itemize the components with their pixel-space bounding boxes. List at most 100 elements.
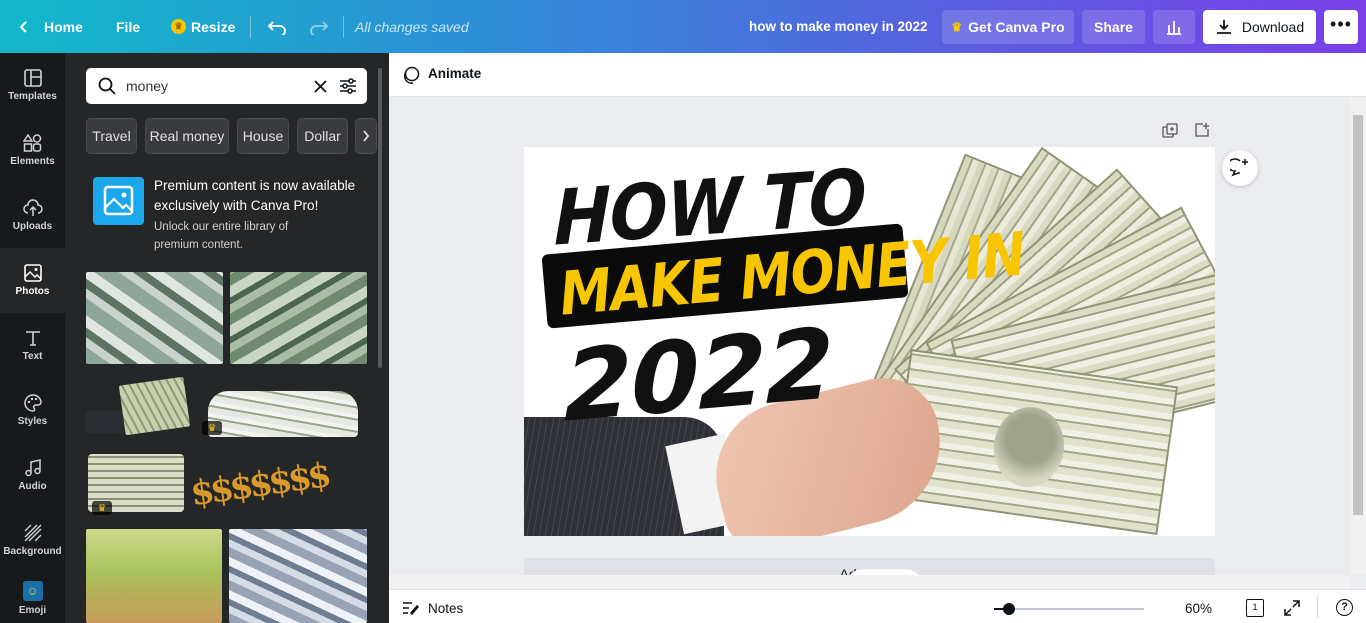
rail-label: Uploads	[12, 221, 53, 232]
photos-panel: money Travel Real money House Dollar Pre…	[65, 53, 389, 623]
duplicate-page-icon[interactable]	[1162, 123, 1178, 139]
top-bar: Home File ♛ Resize All changes saved how…	[0, 0, 1366, 53]
photo-thumbnail[interactable]	[86, 272, 223, 364]
download-button[interactable]: Download	[1203, 10, 1316, 44]
insights-button[interactable]	[1153, 10, 1195, 44]
headline-line3[interactable]: 2022	[564, 307, 833, 445]
photo-thumbnail[interactable]	[229, 529, 367, 623]
rail-item-audio[interactable]: Audio	[0, 443, 65, 508]
rail-item-emoji[interactable]: ☺ Emoji	[0, 573, 65, 623]
rail-label: Photos	[15, 286, 50, 297]
undo-button[interactable]	[267, 0, 287, 53]
rail-item-templates[interactable]: Templates	[0, 53, 65, 118]
cloud-upload-icon	[22, 199, 43, 216]
redo-button[interactable]	[309, 0, 329, 53]
palette-icon	[23, 394, 42, 412]
horizontal-scrollbar[interactable]	[389, 575, 1350, 589]
photo-thumbnail[interactable]	[86, 371, 191, 439]
zoom-slider[interactable]	[994, 603, 1144, 615]
search-input[interactable]: money	[126, 78, 168, 94]
premium-crown-icon: ♛	[92, 501, 112, 515]
photo-thumbnail[interactable]	[230, 272, 367, 364]
pro-promo: Premium content is now available exclusi…	[86, 173, 367, 253]
add-comment-button[interactable]	[1222, 150, 1258, 186]
vertical-scrollbar[interactable]	[1350, 97, 1366, 575]
rail-item-background[interactable]: Background	[0, 508, 65, 573]
resize-button[interactable]: ♛ Resize	[171, 0, 235, 53]
canvas-area: HOW TO MAKE MONEY IN 2022 Add page	[389, 97, 1349, 575]
chip-real-money[interactable]: Real money	[145, 118, 229, 154]
page-count: 1	[1252, 602, 1258, 612]
photo-thumbnail[interactable]	[86, 529, 222, 623]
rail-label: Background	[3, 546, 62, 557]
image-icon	[93, 177, 144, 225]
crown-icon: ♛	[171, 19, 186, 34]
photo-thumbnail[interactable]: ♛	[86, 446, 186, 518]
home-button[interactable]: Home	[18, 0, 83, 53]
emoji-icon: ☺	[22, 580, 43, 601]
file-menu[interactable]: File	[116, 0, 140, 53]
chip-dollar[interactable]: Dollar	[297, 118, 348, 154]
save-status: All changes saved	[355, 18, 469, 35]
divider	[1317, 596, 1318, 618]
music-note-icon	[24, 459, 41, 477]
rail-item-uploads[interactable]: Uploads	[0, 183, 65, 248]
rail-item-styles[interactable]: Styles	[0, 378, 65, 443]
text-icon	[25, 331, 40, 346]
chip-travel[interactable]: Travel	[86, 118, 137, 154]
download-label: Download	[1241, 19, 1305, 35]
zoom-slider-handle[interactable]	[1003, 603, 1015, 615]
crown-icon: ♛	[951, 20, 963, 34]
rail-label: Styles	[17, 416, 48, 427]
panel-scrollbar[interactable]	[378, 68, 382, 368]
notes-icon	[403, 602, 419, 615]
share-button[interactable]: Share	[1082, 10, 1145, 44]
rail-item-photos[interactable]: Photos	[0, 248, 65, 313]
page-count-button[interactable]: 1	[1246, 599, 1264, 617]
elements-icon	[22, 134, 41, 152]
photos-icon	[23, 264, 42, 282]
templates-icon	[23, 69, 42, 87]
photo-thumbnail[interactable]: ♛	[198, 371, 363, 441]
animate-button[interactable]: Animate	[428, 66, 481, 81]
help-icon[interactable]: ?	[1336, 599, 1353, 616]
divider	[343, 16, 344, 38]
chip-house[interactable]: House	[237, 118, 289, 154]
zoom-level[interactable]: 60%	[1185, 601, 1212, 616]
promo-title: Premium content is now available exclusi…	[154, 178, 356, 213]
rail-label: Templates	[8, 91, 57, 102]
notes-button[interactable]: Notes	[428, 601, 463, 616]
filter-icon[interactable]	[339, 77, 357, 95]
side-rail: Templates Elements Uploads Photos Text S…	[0, 53, 65, 623]
rail-item-elements[interactable]: Elements	[0, 118, 65, 183]
fullscreen-icon[interactable]	[1284, 600, 1300, 616]
bottom-bar: Notes 60% 1 ?	[389, 589, 1366, 623]
clear-icon[interactable]	[314, 80, 327, 93]
animate-icon	[403, 66, 420, 84]
resize-label: Resize	[191, 18, 236, 35]
divider	[250, 16, 251, 38]
redo-icon	[310, 20, 329, 35]
document-title[interactable]: how to make money in 2022	[749, 0, 928, 53]
rail-item-text[interactable]: Text	[0, 313, 65, 378]
bar-chart-icon	[1167, 21, 1181, 35]
get-canva-pro-label: Get Canva Pro	[968, 19, 1065, 35]
chips-next-button[interactable]	[355, 118, 377, 154]
design-page[interactable]: HOW TO MAKE MONEY IN 2022	[524, 147, 1215, 536]
photo-thumbnail[interactable]: $$$$$$$	[190, 446, 367, 518]
file-label: File	[116, 18, 141, 35]
get-canva-pro-button[interactable]: ♛ Get Canva Pro	[942, 10, 1074, 44]
undo-icon	[267, 20, 286, 35]
rail-label: Text	[22, 351, 43, 362]
context-toolbar: Animate	[389, 53, 1366, 97]
rail-label: Emoji	[18, 604, 47, 616]
rail-label: Elements	[10, 156, 55, 167]
scroll-thumb[interactable]	[1353, 115, 1363, 515]
chevron-left-icon	[19, 20, 27, 33]
search-box[interactable]: money	[86, 68, 367, 104]
add-page-icon[interactable]	[1194, 122, 1210, 138]
more-options-button[interactable]: •••	[1324, 10, 1358, 44]
promo-subtitle: Unlock our entire library of premium con…	[154, 221, 289, 251]
premium-crown-icon: ♛	[202, 421, 222, 435]
background-pattern-icon	[24, 524, 41, 542]
